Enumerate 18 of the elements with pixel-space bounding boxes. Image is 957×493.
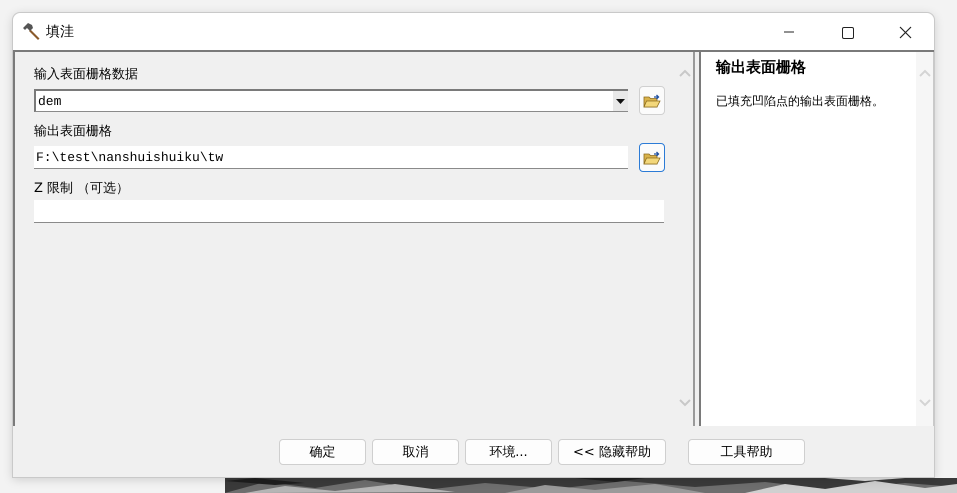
browse-button[interactable] [639, 143, 665, 172]
help-text: 已填充凹陷点的输出表面栅格。 [716, 93, 885, 110]
input-field[interactable] [34, 200, 664, 223]
help-title: 输出表面栅格 [716, 58, 807, 77]
folder-icon [643, 150, 661, 166]
dialog-button[interactable]: 确定 [279, 438, 366, 464]
parameter-label: Z 限制 （可选） [34, 180, 130, 198]
dialog-button[interactable]: 环境... [465, 438, 552, 464]
dialog-button[interactable]: 工具帮助 [688, 438, 805, 464]
window-title: 填洼 [46, 22, 74, 40]
parameter-label: 输出表面栅格 [34, 123, 113, 141]
hammer-icon [21, 22, 41, 42]
dialog-button[interactable]: << 隐藏帮助 [558, 438, 666, 464]
parameter-label: 输入表面栅格数据 [34, 66, 139, 84]
dialog-button[interactable]: 取消 [372, 438, 459, 464]
input-field[interactable]: F:\test\nanshuishuiku\tw [34, 146, 628, 169]
folder-icon [643, 92, 661, 108]
dropdown-field[interactable]: dem [34, 89, 628, 112]
